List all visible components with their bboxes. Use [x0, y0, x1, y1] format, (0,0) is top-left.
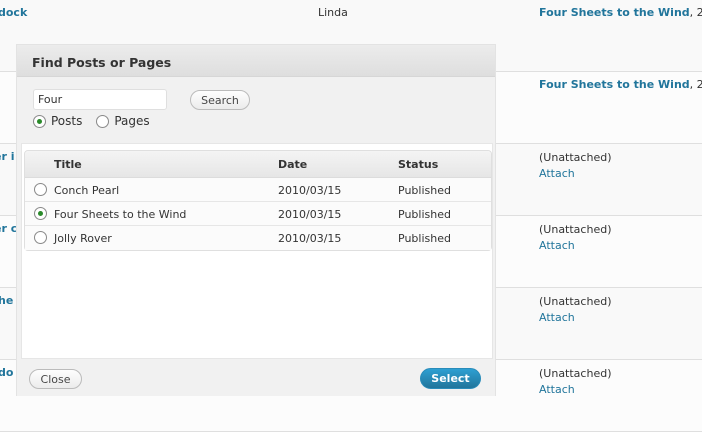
- row-radio[interactable]: [34, 183, 47, 196]
- attach-link[interactable]: Attach: [539, 311, 575, 324]
- column-status: Status: [398, 158, 439, 171]
- row-radio[interactable]: [34, 207, 47, 220]
- post-type-options: Posts Pages: [33, 114, 164, 128]
- pages-radio-label: Pages: [114, 114, 150, 128]
- table-row[interactable]: Four Sheets to the Wind 2010/03/15 Publi…: [25, 202, 491, 226]
- dialog-title: Find Posts or Pages: [17, 45, 495, 77]
- unattached-label: (Unattached): [539, 151, 612, 164]
- dialog-footer: Close Select: [17, 359, 495, 396]
- select-button[interactable]: Select: [420, 368, 481, 389]
- unattached-label: (Unattached): [539, 295, 612, 308]
- posts-radio[interactable]: [33, 114, 46, 128]
- media-author: Linda: [318, 6, 348, 19]
- unattached-label: (Unattached): [539, 367, 612, 380]
- row-status: Published: [398, 232, 451, 245]
- row-title: Jolly Rover: [54, 232, 112, 245]
- results-table-header: Title Date Status: [25, 151, 491, 178]
- attach-link[interactable]: Attach: [539, 239, 575, 252]
- media-title-link[interactable]: he: [0, 294, 13, 307]
- attach-link[interactable]: Attach: [539, 167, 575, 180]
- table-row[interactable]: Conch Pearl 2010/03/15 Published: [25, 178, 491, 202]
- pages-radio[interactable]: [96, 114, 110, 128]
- search-results: Title Date Status Conch Pearl 2010/03/15…: [21, 143, 493, 359]
- row-status: Published: [398, 184, 451, 197]
- media-title-link[interactable]: er c: [0, 222, 17, 235]
- media-title-link[interactable]: dock: [0, 6, 27, 19]
- results-table: Title Date Status Conch Pearl 2010/03/15…: [24, 150, 492, 251]
- attached-to-link[interactable]: Four Sheets to the Wind, 2: [539, 78, 702, 91]
- media-title-link[interactable]: do: [0, 366, 13, 379]
- row-status: Published: [398, 208, 451, 221]
- find-posts-dialog: Find Posts or Pages Search Posts Pages T…: [16, 44, 496, 396]
- row-title: Four Sheets to the Wind: [54, 208, 187, 221]
- unattached-label: (Unattached): [539, 223, 612, 236]
- close-button[interactable]: Close: [29, 369, 82, 389]
- row-date: 2010/03/15: [278, 208, 342, 221]
- row-date: 2010/03/15: [278, 184, 342, 197]
- search-input[interactable]: [33, 89, 167, 110]
- row-title: Conch Pearl: [54, 184, 120, 197]
- attached-to-link[interactable]: Four Sheets to the Wind, 2: [539, 6, 702, 19]
- table-row[interactable]: Jolly Rover 2010/03/15 Published: [25, 226, 491, 250]
- row-radio[interactable]: [34, 231, 47, 244]
- attach-link[interactable]: Attach: [539, 383, 575, 396]
- column-date: Date: [278, 158, 308, 171]
- posts-radio-label: Posts: [51, 114, 83, 128]
- media-title-link[interactable]: er i: [0, 150, 15, 163]
- search-button[interactable]: Search: [190, 90, 250, 110]
- column-title: Title: [54, 158, 82, 171]
- row-date: 2010/03/15: [278, 232, 342, 245]
